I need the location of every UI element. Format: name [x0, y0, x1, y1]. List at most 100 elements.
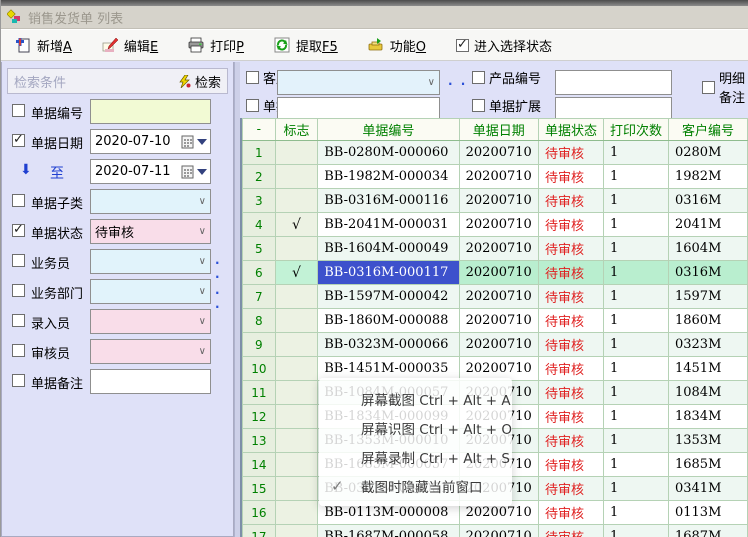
print-count-cell[interactable]: 1: [603, 453, 668, 477]
date-dropdown-arrow-icon[interactable]: [197, 139, 207, 145]
dropdown-select[interactable]: ∨: [90, 339, 211, 364]
doc-number-cell[interactable]: BB-1451M-000035: [318, 357, 459, 381]
checkbox-checked[interactable]: [456, 39, 469, 52]
doc-status-cell[interactable]: 待审核: [538, 525, 603, 537]
chevron-down-icon[interactable]: ∨: [195, 256, 210, 267]
row-number-cell[interactable]: 14: [243, 453, 276, 477]
row-number-cell[interactable]: 16: [243, 501, 276, 525]
doc-date-cell[interactable]: 20200710: [459, 309, 538, 333]
context-menu-item[interactable]: 屏幕识图 Ctrl + Alt + O: [319, 413, 512, 442]
flag-cell[interactable]: [275, 285, 318, 309]
date-input[interactable]: 2020-07-11: [90, 159, 211, 184]
customer-cell[interactable]: 0280M: [668, 141, 747, 165]
range-to-label[interactable]: 至: [50, 163, 64, 183]
customer-cell[interactable]: 0316M: [668, 261, 747, 285]
browse-dots-button[interactable]: . .: [215, 283, 233, 311]
print-count-cell[interactable]: 1: [603, 429, 668, 453]
doc-date-cell[interactable]: 20200710: [459, 261, 538, 285]
dropdown-select[interactable]: ∨: [90, 249, 211, 274]
calendar-icon[interactable]: [181, 165, 210, 179]
flag-cell[interactable]: √: [275, 261, 318, 285]
doc-status-cell[interactable]: 待审核: [538, 285, 603, 309]
flag-cell[interactable]: [275, 141, 318, 165]
row-number-cell[interactable]: 1: [243, 141, 276, 165]
table-row[interactable]: 4√BB-2041M-00003120200710待审核12041M: [243, 213, 748, 237]
customer-cell[interactable]: 1860M: [668, 309, 747, 333]
doc-date-cell[interactable]: 20200710: [459, 285, 538, 309]
customer-cell[interactable]: 1687M: [668, 525, 747, 537]
chevron-down-icon[interactable]: ∨: [195, 226, 210, 237]
checkbox-checked[interactable]: [12, 224, 25, 237]
doc-date-cell[interactable]: 20200710: [459, 189, 538, 213]
row-number-cell[interactable]: 2: [243, 165, 276, 189]
doc-date-cell[interactable]: 20200710: [459, 165, 538, 189]
doc-number-cell[interactable]: BB-1597M-000042: [318, 285, 459, 309]
doc-number-cell[interactable]: BB-1860M-000088: [318, 309, 459, 333]
table-row[interactable]: 1BB-0280M-00006020200710待审核10280M: [243, 141, 748, 165]
row-number-cell[interactable]: 11: [243, 381, 276, 405]
chevron-down-icon[interactable]: ∨: [195, 286, 210, 297]
doc-date-cell[interactable]: 20200710: [459, 141, 538, 165]
row-number-cell[interactable]: 6: [243, 261, 276, 285]
checkbox-unchecked[interactable]: [12, 254, 25, 267]
table-row[interactable]: 5BB-1604M-00004920200710待审核11604M: [243, 237, 748, 261]
print-count-cell[interactable]: 1: [603, 405, 668, 429]
customer-cell[interactable]: 1597M: [668, 285, 747, 309]
doc-status-cell[interactable]: 待审核: [538, 381, 603, 405]
flag-cell[interactable]: √: [275, 213, 318, 237]
search-button[interactable]: 检索: [178, 72, 221, 91]
print-count-cell[interactable]: 1: [603, 381, 668, 405]
customer-cell[interactable]: 0323M: [668, 333, 747, 357]
print-count-cell[interactable]: 1: [603, 285, 668, 309]
doc-number-cell[interactable]: BB-1687M-000058: [318, 525, 459, 537]
doc-date-cell[interactable]: 20200710: [459, 333, 538, 357]
row-number-cell[interactable]: 3: [243, 189, 276, 213]
customer-cell[interactable]: 0341M: [668, 477, 747, 501]
browse-dots-button[interactable]: . .: [215, 253, 233, 281]
checkbox-checked[interactable]: [12, 134, 25, 147]
flag-cell[interactable]: [275, 477, 318, 501]
doc-status-cell[interactable]: 待审核: [538, 261, 603, 285]
doc-date-cell[interactable]: 20200710: [459, 525, 538, 537]
customer-cell[interactable]: 0113M: [668, 501, 747, 525]
column-header-5[interactable]: 打印次数: [603, 119, 668, 141]
doc-status-cell[interactable]: 待审核: [538, 453, 603, 477]
checkbox-unchecked[interactable]: [12, 344, 25, 357]
doc-status-cell[interactable]: 待审核: [538, 189, 603, 213]
row-number-cell[interactable]: 17: [243, 525, 276, 537]
column-header-3[interactable]: 单据日期: [459, 119, 538, 141]
doc-date-cell[interactable]: 20200710: [459, 357, 538, 381]
checkbox-unchecked[interactable]: [12, 194, 25, 207]
customer-cell[interactable]: 1451M: [668, 357, 747, 381]
print-count-cell[interactable]: 1: [603, 309, 668, 333]
chevron-down-icon[interactable]: ∨: [195, 196, 210, 207]
dropdown-select[interactable]: ∨: [90, 279, 211, 304]
print-count-cell[interactable]: 1: [603, 165, 668, 189]
row-number-cell[interactable]: 12: [243, 405, 276, 429]
checkbox-unchecked[interactable]: [702, 81, 715, 94]
customer-cell[interactable]: 0316M: [668, 189, 747, 213]
doc-status-cell[interactable]: 待审核: [538, 141, 603, 165]
doc-status-cell[interactable]: 待审核: [538, 405, 603, 429]
flag-cell[interactable]: [275, 453, 318, 477]
table-row[interactable]: 8BB-1860M-00008820200710待审核11860M: [243, 309, 748, 333]
chevron-down-icon[interactable]: ∨: [424, 77, 439, 88]
row-number-cell[interactable]: 7: [243, 285, 276, 309]
dropdown-select[interactable]: 待审核∨: [90, 219, 211, 244]
row-number-cell[interactable]: 5: [243, 237, 276, 261]
customer-cell[interactable]: 1685M: [668, 453, 747, 477]
row-number-cell[interactable]: 15: [243, 477, 276, 501]
doc-number-cell[interactable]: BB-2041M-000031: [318, 213, 459, 237]
table-row[interactable]: 7 BB-1597M-00004220200710待审核11597M: [243, 285, 748, 309]
flag-cell[interactable]: [275, 237, 318, 261]
flag-cell[interactable]: [275, 165, 318, 189]
table-row[interactable]: 6√BB-0316M-00011720200710待审核10316M: [243, 261, 748, 285]
doc-number-cell[interactable]: BB-0280M-000060: [318, 141, 459, 165]
print-count-cell[interactable]: 1: [603, 141, 668, 165]
column-header-2[interactable]: 单据编号: [318, 119, 459, 141]
doc-status-cell[interactable]: 待审核: [538, 333, 603, 357]
print-count-cell[interactable]: 1: [603, 501, 668, 525]
doc-status-cell[interactable]: 待审核: [538, 429, 603, 453]
checkbox-unchecked[interactable]: [12, 374, 25, 387]
chevron-down-icon[interactable]: ∨: [195, 316, 210, 327]
